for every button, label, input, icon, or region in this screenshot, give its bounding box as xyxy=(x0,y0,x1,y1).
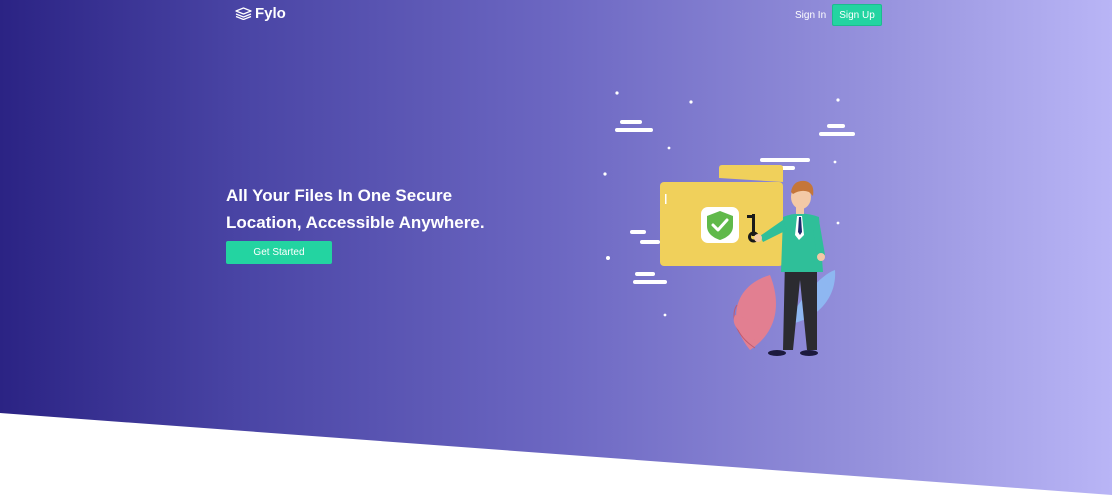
sign-up-button[interactable]: Sign Up xyxy=(832,4,882,26)
secure-files-illustration xyxy=(603,91,855,356)
hero-headline: All Your Files In One Secure Location, A… xyxy=(226,182,526,236)
headline-line-1: All Your Files In One Secure xyxy=(226,186,453,205)
headline-line-2: Location, Accessible Anywhere. xyxy=(226,213,485,232)
sign-in-link[interactable]: Sign In xyxy=(795,10,826,21)
brand-logo[interactable]: Fylo xyxy=(235,5,286,22)
layers-icon xyxy=(235,7,252,20)
shield-check-icon xyxy=(701,207,739,243)
brand-name: Fylo xyxy=(255,5,286,22)
get-started-button[interactable]: Get Started xyxy=(226,241,332,264)
hero-background xyxy=(0,0,1112,495)
